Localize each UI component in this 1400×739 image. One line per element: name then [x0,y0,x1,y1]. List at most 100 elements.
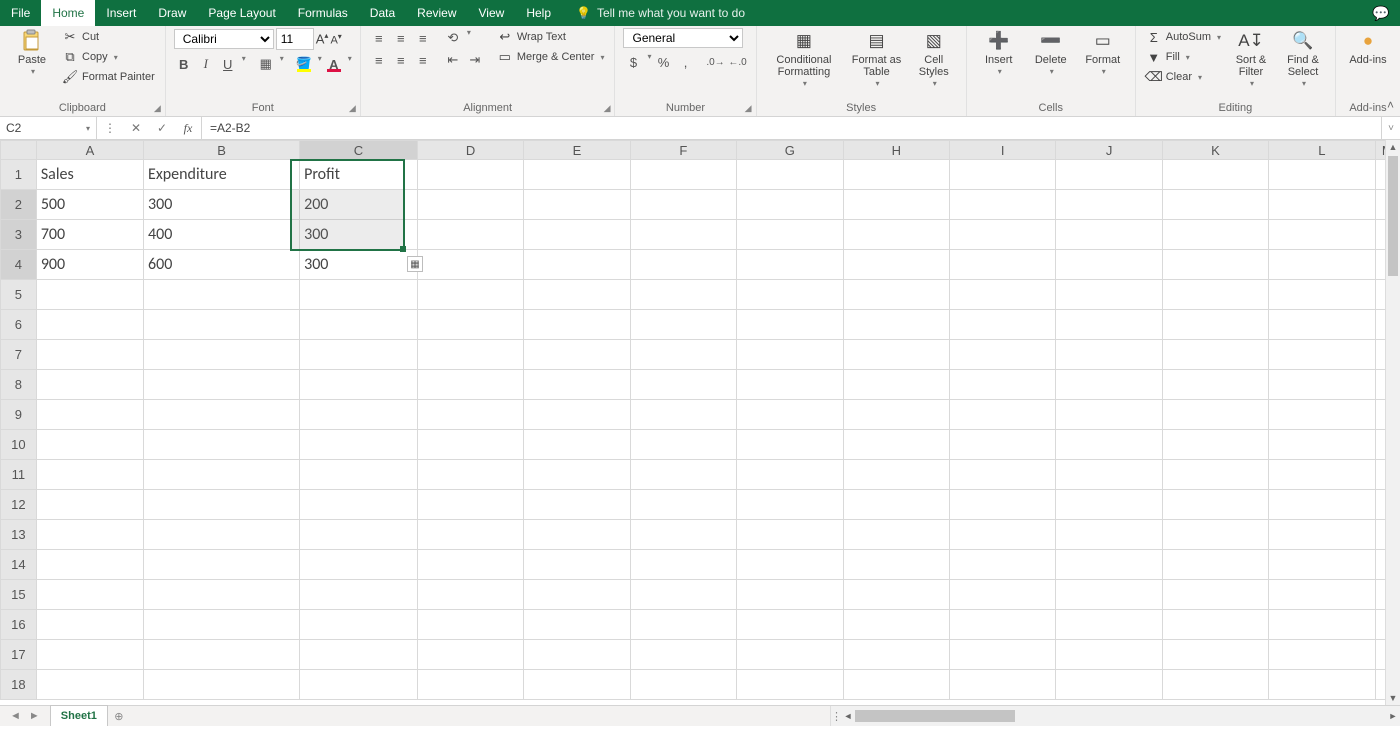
cell-B16[interactable] [144,610,300,640]
autofill-options-button[interactable]: ▦ [407,256,423,272]
cell-E5[interactable] [524,280,630,310]
cell-I11[interactable] [950,460,1056,490]
orientation-icon[interactable]: ⟲ [443,28,463,48]
row-header-3[interactable]: 3 [1,220,37,250]
cell-A5[interactable] [36,280,143,310]
cell-B15[interactable] [144,580,300,610]
cell-H1[interactable] [843,160,949,190]
cell-A15[interactable] [36,580,143,610]
cell-A2[interactable]: 500 [36,190,143,220]
cell-G4[interactable] [737,250,844,280]
cell-A11[interactable] [36,460,143,490]
cell-J8[interactable] [1056,370,1162,400]
cell-E6[interactable] [524,310,630,340]
cell-D17[interactable] [417,640,523,670]
cell-E15[interactable] [524,580,630,610]
cell-H15[interactable] [843,580,949,610]
cell-G13[interactable] [737,520,844,550]
cell-E17[interactable] [524,640,630,670]
cell-H3[interactable] [843,220,949,250]
align-middle-icon[interactable]: ≡ [391,28,411,48]
row-header-2[interactable]: 2 [1,190,37,220]
cell-I18[interactable] [950,670,1056,700]
cell-F12[interactable] [630,490,736,520]
cell-I17[interactable] [950,640,1056,670]
cell-E7[interactable] [524,340,630,370]
cell-L5[interactable] [1269,280,1375,310]
col-header-F[interactable]: F [630,141,736,160]
col-header-K[interactable]: K [1162,141,1268,160]
cell-E10[interactable] [524,430,630,460]
borders-button[interactable]: ▦ [256,54,276,74]
cell-I4[interactable] [950,250,1056,280]
cell-L2[interactable] [1269,190,1375,220]
cell-J16[interactable] [1056,610,1162,640]
cell-A14[interactable] [36,550,143,580]
cell-J11[interactable] [1056,460,1162,490]
cell-G14[interactable] [737,550,844,580]
row-header-17[interactable]: 17 [1,640,37,670]
cell-K1[interactable] [1162,160,1268,190]
cell-G8[interactable] [737,370,844,400]
cell-D8[interactable] [417,370,523,400]
tab-insert[interactable]: Insert [95,0,147,26]
cell-B4[interactable]: 600 [144,250,300,280]
cell-B17[interactable] [144,640,300,670]
cell-E3[interactable] [524,220,630,250]
cell-E4[interactable] [524,250,630,280]
row-header-12[interactable]: 12 [1,490,37,520]
cell-J17[interactable] [1056,640,1162,670]
align-right-icon[interactable]: ≡ [413,50,433,70]
cell-A1[interactable]: Sales [36,160,143,190]
cell-A10[interactable] [36,430,143,460]
cell-K17[interactable] [1162,640,1268,670]
cell-E1[interactable] [524,160,630,190]
cell-L9[interactable] [1269,400,1375,430]
cell-G18[interactable] [737,670,844,700]
cell-L10[interactable] [1269,430,1375,460]
decrease-decimal-icon[interactable]: ←.0 [728,52,748,72]
cell-F16[interactable] [630,610,736,640]
find-select-button[interactable]: 🔍Find & Select▾ [1279,28,1327,91]
cell-F2[interactable] [630,190,736,220]
cell-J9[interactable] [1056,400,1162,430]
scroll-down-icon[interactable]: ▼ [1386,691,1400,705]
expand-formula-bar-icon[interactable]: ˅ [1381,117,1400,139]
cell-A17[interactable] [36,640,143,670]
cell-I8[interactable] [950,370,1056,400]
align-center-icon[interactable]: ≡ [391,50,411,70]
cell-I12[interactable] [950,490,1056,520]
clear-button[interactable]: ⌫Clear▾ [1144,68,1223,86]
formula-input[interactable]: =A2-B2 [202,117,1381,139]
tab-page-layout[interactable]: Page Layout [197,0,286,26]
align-top-icon[interactable]: ≡ [369,28,389,48]
align-bottom-icon[interactable]: ≡ [413,28,433,48]
cell-D14[interactable] [417,550,523,580]
cell-B2[interactable]: 300 [144,190,300,220]
cell-A13[interactable] [36,520,143,550]
cell-H14[interactable] [843,550,949,580]
row-header-8[interactable]: 8 [1,370,37,400]
cell-H18[interactable] [843,670,949,700]
delete-cells-button[interactable]: ➖Delete▾ [1027,28,1075,79]
row-header-14[interactable]: 14 [1,550,37,580]
cell-B8[interactable] [144,370,300,400]
wrap-text-button[interactable]: ↩Wrap Text [495,28,607,46]
cell-K5[interactable] [1162,280,1268,310]
cell-G7[interactable] [737,340,844,370]
cell-K8[interactable] [1162,370,1268,400]
cell-L3[interactable] [1269,220,1375,250]
cell-L18[interactable] [1269,670,1375,700]
cell-C7[interactable] [300,340,418,370]
cut-button[interactable]: ✂Cut [60,28,157,46]
number-format-select[interactable]: General [623,28,743,48]
cell-K13[interactable] [1162,520,1268,550]
cell-J5[interactable] [1056,280,1162,310]
row-header-5[interactable]: 5 [1,280,37,310]
cell-H8[interactable] [843,370,949,400]
cell-B9[interactable] [144,400,300,430]
row-header-13[interactable]: 13 [1,520,37,550]
cell-L12[interactable] [1269,490,1375,520]
cell-F15[interactable] [630,580,736,610]
row-header-15[interactable]: 15 [1,580,37,610]
